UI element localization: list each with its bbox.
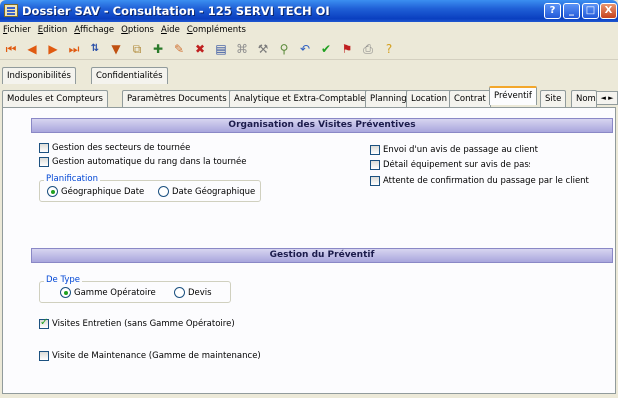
window-title: Dossier SAV - Consultation - 125 SERVI T… bbox=[22, 4, 330, 18]
tab-site[interactable]: Site bbox=[540, 90, 567, 107]
menu-complements[interactable]: Compléments bbox=[187, 25, 246, 35]
note-icon[interactable]: ▤ bbox=[213, 41, 229, 57]
delete-icon[interactable]: ✖ bbox=[192, 41, 208, 57]
radio-label: Gamme Opératoire bbox=[74, 287, 156, 298]
app-icon bbox=[4, 4, 18, 17]
radio-button[interactable] bbox=[158, 186, 169, 197]
checkbox-label: Gestion automatique du rang dans la tour… bbox=[52, 157, 247, 167]
tab-indisponibilites[interactable]: Indisponibilités bbox=[2, 67, 76, 84]
tab-confidentialites[interactable]: Confidentialités bbox=[91, 67, 168, 84]
menu-edition[interactable]: Edition bbox=[38, 25, 67, 35]
radio-label: Date Géographique bbox=[172, 186, 256, 197]
checkbox-detail-equipement[interactable]: Détail équipement sur avis de passa bbox=[370, 160, 530, 170]
checkbox-gestion-secteurs[interactable]: Gestion des secteurs de tournée bbox=[39, 143, 190, 153]
next-record-icon[interactable]: ▶ bbox=[45, 41, 61, 57]
radio-button[interactable] bbox=[47, 186, 58, 197]
help-icon[interactable]: ? bbox=[381, 41, 397, 57]
add-icon[interactable]: ✚ bbox=[150, 41, 166, 57]
checkbox-box[interactable] bbox=[39, 317, 49, 329]
checkbox-label: Visite de Maintenance (Gamme de maintena… bbox=[52, 351, 261, 361]
attachment-icon[interactable]: ⌘ bbox=[234, 41, 250, 57]
radio-button[interactable] bbox=[174, 287, 185, 298]
tab-row-bottom: Modules et Compteurs Paramètres Document… bbox=[0, 86, 618, 108]
tab-nom[interactable]: Nom bbox=[571, 90, 597, 107]
last-record-icon[interactable]: ⏭ bbox=[66, 41, 82, 57]
menu-bar: Fichier Edition Affichage Options Aide C… bbox=[0, 22, 618, 38]
checkbox-box[interactable] bbox=[39, 157, 49, 167]
tab-contrat[interactable]: Contrat bbox=[449, 90, 491, 107]
checkbox-label: Envoi d'un avis de passage au client bbox=[383, 145, 538, 155]
tab-row-top: Indisponibilités Confidentialités bbox=[0, 66, 618, 84]
title-bar: Dossier SAV - Consultation - 125 SERVI T… bbox=[0, 0, 618, 22]
checkbox-visite-maintenance[interactable]: Visite de Maintenance (Gamme de maintena… bbox=[39, 351, 261, 361]
search-icon[interactable]: ⚲ bbox=[276, 41, 292, 57]
first-record-icon[interactable]: ⏮ bbox=[3, 41, 19, 57]
menu-aide[interactable]: Aide bbox=[161, 25, 180, 35]
planification-legend: Planification bbox=[44, 174, 100, 184]
menu-affichage[interactable]: Affichage bbox=[74, 25, 114, 35]
de-type-group: De Type Gamme Opératoire Devis bbox=[39, 275, 231, 303]
radio-label: Géographique Date bbox=[61, 186, 145, 197]
planification-group: Planification Géographique Date Date Géo… bbox=[39, 174, 261, 202]
radio-button[interactable] bbox=[60, 287, 71, 298]
minimize-button[interactable]: _ bbox=[563, 3, 580, 19]
menu-fichier[interactable]: Fichier bbox=[3, 25, 31, 35]
undo-icon[interactable]: ↶ bbox=[297, 41, 313, 57]
radio-gamme-operatoire[interactable]: Gamme Opératoire bbox=[60, 287, 156, 298]
checkbox-label: Détail équipement sur avis de passa bbox=[383, 160, 530, 170]
section-header-organisation: Organisation des Visites Préventives bbox=[31, 118, 613, 133]
section-header-gestion: Gestion du Préventif bbox=[31, 248, 613, 263]
preventif-panel: Organisation des Visites Préventives Ges… bbox=[2, 107, 616, 394]
de-type-legend: De Type bbox=[44, 275, 82, 285]
close-button[interactable]: X bbox=[600, 3, 617, 19]
checkbox-gestion-rang[interactable]: Gestion automatique du rang dans la tour… bbox=[39, 157, 246, 167]
radio-label: Devis bbox=[188, 287, 212, 298]
tab-modules-compteurs[interactable]: Modules et Compteurs bbox=[2, 90, 108, 107]
edit-icon[interactable]: ✎ bbox=[171, 41, 187, 57]
checkbox-box[interactable] bbox=[370, 145, 380, 155]
tab-location[interactable]: Location bbox=[406, 90, 452, 107]
checkbox-envoi-avis[interactable]: Envoi d'un avis de passage au client bbox=[370, 145, 538, 155]
checkbox-box[interactable] bbox=[370, 176, 380, 186]
copy-icon[interactable]: ⧉ bbox=[129, 41, 145, 57]
checkbox-label: Attente de confirmation du passage par l… bbox=[383, 176, 589, 186]
flag-icon[interactable]: ⚑ bbox=[339, 41, 355, 57]
help-button[interactable]: ? bbox=[544, 3, 561, 19]
tab-analytique[interactable]: Analytique et Extra-Comptable bbox=[229, 90, 371, 107]
maximize-button[interactable]: □ bbox=[582, 3, 599, 19]
checkbox-visites-entretien[interactable]: Visites Entretien (sans Gamme Opératoire… bbox=[39, 317, 235, 329]
toolbar: ⏮ ◀ ▶ ⏭ ⇅ ▼ ⧉ ✚ ✎ ✖ ▤ ⌘ ⚒ ⚲ ↶ ✔ ⚑ ⎙ ? bbox=[0, 38, 618, 60]
radio-devis[interactable]: Devis bbox=[174, 287, 212, 298]
radio-date-geographique[interactable]: Date Géographique bbox=[158, 186, 255, 197]
tab-scroll-arrows[interactable]: ◄ ► bbox=[596, 91, 618, 105]
checkbox-box[interactable] bbox=[39, 143, 49, 153]
tab-preventif[interactable]: Préventif bbox=[489, 86, 537, 105]
checkbox-box[interactable] bbox=[39, 351, 49, 361]
validate-icon[interactable]: ✔ bbox=[318, 41, 334, 57]
tab-planning[interactable]: Planning bbox=[365, 90, 412, 107]
tab-parametres-documents[interactable]: Paramètres Documents bbox=[122, 90, 232, 107]
menu-options[interactable]: Options bbox=[121, 25, 154, 35]
checkbox-label: Gestion des secteurs de tournée bbox=[52, 143, 191, 153]
checkbox-label: Visites Entretien (sans Gamme Opératoire… bbox=[52, 319, 235, 329]
previous-record-icon[interactable]: ◀ bbox=[24, 41, 40, 57]
checkbox-box[interactable] bbox=[370, 160, 380, 170]
tools-icon[interactable]: ⚒ bbox=[255, 41, 271, 57]
checkbox-attente-confirmation[interactable]: Attente de confirmation du passage par l… bbox=[370, 176, 589, 186]
radio-geographique-date[interactable]: Géographique Date bbox=[47, 186, 144, 197]
filter-icon[interactable]: ▼ bbox=[108, 41, 124, 57]
sort-icon[interactable]: ⇅ bbox=[87, 41, 103, 57]
print-icon[interactable]: ⎙ bbox=[360, 41, 376, 57]
